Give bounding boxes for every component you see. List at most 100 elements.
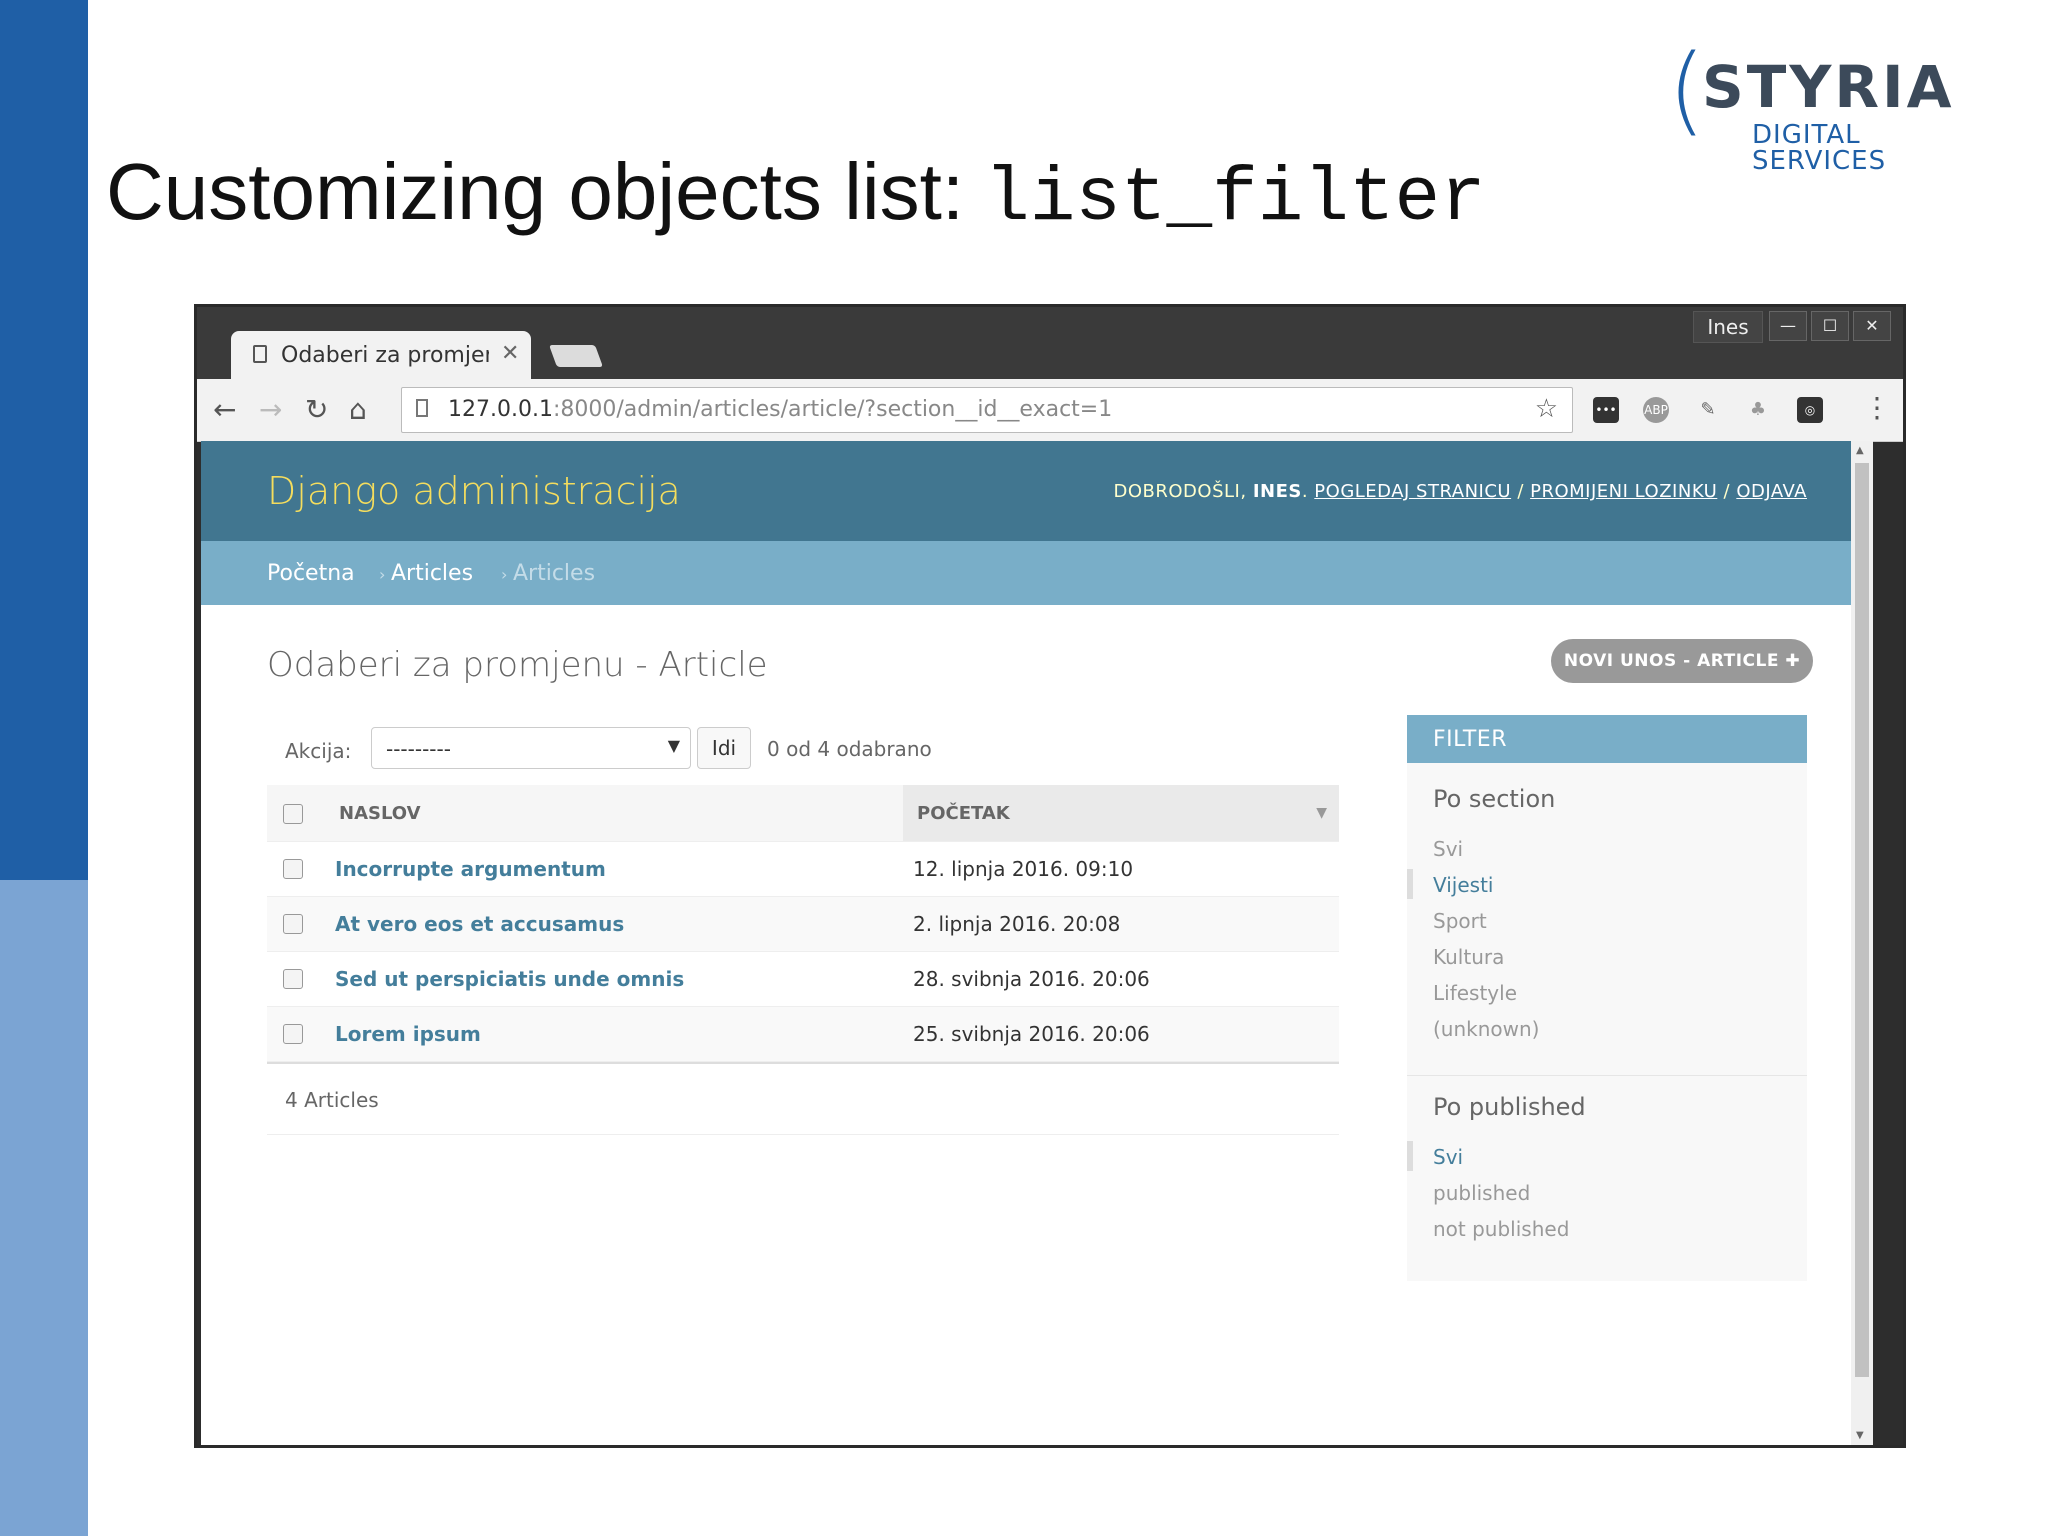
logo-sub-text: DIGITAL SERVICES bbox=[1752, 120, 1887, 176]
plus-icon: ✚ bbox=[1785, 651, 1801, 671]
url-text: 127.0.0.1:8000/admin/articles/article/?s… bbox=[448, 397, 1112, 422]
select-all-checkbox[interactable] bbox=[283, 804, 303, 824]
filter-option[interactable]: published bbox=[1433, 1181, 1530, 1205]
filter-header: FILTER bbox=[1407, 715, 1807, 763]
row-checkbox[interactable] bbox=[283, 859, 303, 879]
home-icon[interactable]: ⌂ bbox=[349, 393, 367, 426]
extension-pen-icon[interactable]: ✎ bbox=[1695, 397, 1721, 423]
forward-icon[interactable]: → bbox=[259, 393, 282, 426]
page-icon bbox=[253, 345, 267, 363]
column-header-pocetak: POČETAK bbox=[917, 803, 1010, 824]
minimize-icon[interactable]: — bbox=[1769, 311, 1807, 341]
table-row: Incorrupte argumentum 12. lipnja 2016. 0… bbox=[267, 842, 1339, 897]
article-start-date: 25. svibnja 2016. 20:06 bbox=[913, 1022, 1150, 1046]
filter-selected-marker bbox=[1407, 869, 1413, 899]
browser-menu-icon[interactable]: ⋮ bbox=[1863, 391, 1891, 424]
slide-title: Customizing objects list: list_filter bbox=[106, 152, 1486, 238]
slide-title-text: Customizing objects list: bbox=[106, 147, 965, 236]
selection-counter: 0 od 4 odabrano bbox=[767, 737, 932, 761]
article-start-date: 2. lipnja 2016. 20:08 bbox=[913, 912, 1121, 936]
logo-main-text: STYRIA bbox=[1702, 53, 1955, 121]
filter-option[interactable]: Svi bbox=[1433, 837, 1463, 861]
bookmark-star-icon[interactable]: ☆ bbox=[1535, 394, 1558, 424]
browser-titlebar: Odaberi za promjen ✕ Ines — ☐ ✕ bbox=[197, 307, 1903, 381]
article-title-link[interactable]: Incorrupte argumentum bbox=[335, 857, 606, 881]
vertical-scrollbar[interactable]: ▲ ▼ bbox=[1851, 441, 1873, 1445]
close-tab-icon[interactable]: ✕ bbox=[501, 341, 519, 366]
go-button[interactable]: Idi bbox=[697, 727, 751, 769]
filter-option[interactable]: Lifestyle bbox=[1433, 981, 1517, 1005]
row-checkbox[interactable] bbox=[283, 1024, 303, 1044]
change-password-link[interactable]: PROMIJENI LOZINKU bbox=[1530, 481, 1717, 502]
admin-header: Django administracija DOBRODOŠLI, INES. … bbox=[201, 441, 1873, 541]
site-branding[interactable]: Django administracija bbox=[267, 469, 681, 513]
column-header-naslov[interactable]: NASLOV bbox=[339, 803, 421, 824]
row-checkbox[interactable] bbox=[283, 969, 303, 989]
filter-option-selected[interactable]: Vijesti bbox=[1433, 873, 1493, 897]
maximize-icon[interactable]: ☐ bbox=[1811, 311, 1849, 341]
filter-option[interactable]: Sport bbox=[1433, 909, 1487, 933]
profile-button[interactable]: Ines bbox=[1693, 311, 1763, 343]
breadcrumb-app[interactable]: Articles bbox=[391, 561, 473, 586]
actions-bar: Akcija: --------- ▼ Idi 0 od 4 odabrano bbox=[267, 725, 1337, 773]
extension-dots-icon[interactable]: ••• bbox=[1593, 397, 1619, 423]
filter-selected-marker bbox=[1407, 1141, 1413, 1171]
extension-bulb-icon[interactable]: ◎ bbox=[1797, 397, 1823, 423]
filter-group-title: Po section bbox=[1433, 785, 1556, 813]
scroll-down-icon[interactable]: ▼ bbox=[1856, 1430, 1864, 1441]
welcome-text: DOBRODOŠLI, bbox=[1113, 481, 1247, 502]
reload-icon[interactable]: ↻ bbox=[305, 393, 328, 426]
result-list: NASLOV POČETAK ▼ Incorrupte argumentum 1… bbox=[267, 785, 1339, 1135]
article-title-link[interactable]: Lorem ipsum bbox=[335, 1022, 481, 1046]
filter-option[interactable]: (unknown) bbox=[1433, 1017, 1539, 1041]
breadcrumb-separator: › bbox=[501, 565, 508, 584]
close-window-icon[interactable]: ✕ bbox=[1853, 311, 1891, 341]
breadcrumb: Početna › Articles › Articles bbox=[201, 541, 1873, 605]
article-title-link[interactable]: At vero eos et accusamus bbox=[335, 912, 624, 936]
back-icon[interactable]: ← bbox=[213, 393, 236, 426]
url-path: :8000/admin/articles/article/?section__i… bbox=[552, 397, 1113, 422]
browser-toolbar: ← → ↻ ⌂ 127.0.0.1:8000/admin/articles/ar… bbox=[197, 379, 1903, 442]
view-site-link[interactable]: POGLEDAJ STRANICU bbox=[1314, 481, 1511, 502]
address-bar[interactable]: 127.0.0.1:8000/admin/articles/article/?s… bbox=[401, 387, 1573, 433]
result-count: 4 Articles bbox=[285, 1088, 379, 1112]
browser-tab[interactable]: Odaberi za promjen ✕ bbox=[231, 331, 531, 381]
table-header: NASLOV POČETAK ▼ bbox=[267, 785, 1339, 842]
logout-link[interactable]: ODJAVA bbox=[1736, 481, 1807, 502]
article-title-link[interactable]: Sed ut perspiciatis unde omnis bbox=[335, 967, 684, 991]
table-row: Lorem ipsum 25. svibnja 2016. 20:06 bbox=[267, 1007, 1339, 1062]
chevron-down-icon: ▼ bbox=[667, 736, 680, 755]
new-tab-button[interactable] bbox=[548, 345, 604, 367]
filter-option[interactable]: not published bbox=[1433, 1217, 1569, 1241]
filter-option-selected[interactable]: Svi bbox=[1433, 1145, 1463, 1169]
filter-option[interactable]: Kultura bbox=[1433, 945, 1504, 969]
column-header-pocetak-cell[interactable]: POČETAK ▼ bbox=[903, 785, 1339, 841]
styria-logo: ( STYRIA DIGITAL SERVICES bbox=[1668, 42, 1998, 174]
table-row: Sed ut perspiciatis unde omnis 28. svibn… bbox=[267, 952, 1339, 1007]
article-start-date: 28. svibnja 2016. 20:06 bbox=[913, 967, 1150, 991]
article-start-date: 12. lipnja 2016. 09:10 bbox=[913, 857, 1134, 881]
user-tools: DOBRODOŠLI, INES. POGLEDAJ STRANICU / PR… bbox=[1113, 481, 1807, 502]
action-label: Akcija: bbox=[285, 739, 352, 763]
action-select[interactable]: --------- ▼ bbox=[371, 727, 691, 769]
breadcrumb-home[interactable]: Početna bbox=[267, 561, 355, 586]
browser-window: Odaberi za promjen ✕ Ines — ☐ ✕ ← → ↻ ⌂ … bbox=[194, 304, 1906, 1448]
page-title: Odaberi za promjenu - Article bbox=[267, 645, 768, 685]
extension-tree-icon[interactable]: ♣ bbox=[1745, 397, 1771, 423]
filter-divider bbox=[1407, 1075, 1807, 1076]
scrollbar-thumb[interactable] bbox=[1855, 463, 1869, 1377]
slide-title-code: list_filter bbox=[984, 156, 1486, 242]
scroll-up-icon[interactable]: ▲ bbox=[1856, 445, 1864, 456]
add-article-button[interactable]: NOVI UNOS - ARTICLE ✚ bbox=[1551, 639, 1813, 683]
add-article-label: NOVI UNOS - ARTICLE bbox=[1563, 651, 1779, 671]
adblock-icon[interactable]: ABP bbox=[1643, 397, 1669, 423]
breadcrumb-current: Articles bbox=[513, 561, 596, 586]
filter-group-title: Po published bbox=[1433, 1093, 1586, 1121]
page-info-icon bbox=[416, 399, 428, 417]
paginator: 4 Articles bbox=[267, 1062, 1339, 1135]
row-checkbox[interactable] bbox=[283, 914, 303, 934]
breadcrumb-separator: › bbox=[379, 565, 386, 584]
logo-bracket: ( bbox=[1668, 34, 1706, 146]
table-row: At vero eos et accusamus 2. lipnja 2016.… bbox=[267, 897, 1339, 952]
sort-down-icon[interactable]: ▼ bbox=[1316, 805, 1327, 821]
